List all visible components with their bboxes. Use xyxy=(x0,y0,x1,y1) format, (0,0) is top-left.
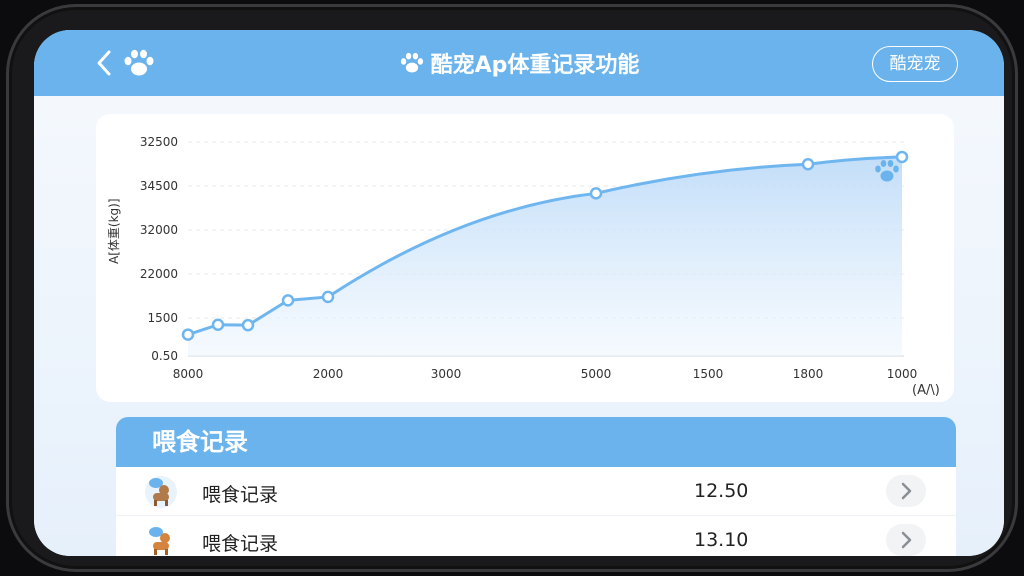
feeding-section-title: 喂食记录 xyxy=(116,417,956,467)
x-axis-label: (A/\) xyxy=(912,383,940,398)
weight-chart: 32500 34500 32000 22000 1500 0.50 8000 2000 300… xyxy=(107,135,940,398)
x-tick-label: 5000 xyxy=(581,367,612,381)
chart-data-point[interactable] xyxy=(801,158,815,171)
top-bar: 酷宠Ap体重记录功能 酷宠宠 xyxy=(34,30,1004,96)
chart-area-fill xyxy=(188,156,902,356)
chart-data-point[interactable] xyxy=(211,318,225,332)
y-tick-label: 1500 xyxy=(147,311,178,325)
feeding-record-card: 喂食记录 喂食记录 12.50 喂食记录 13.10 xyxy=(116,417,956,556)
feeding-row-value: 12.50 xyxy=(694,480,749,502)
chevron-right-icon[interactable] xyxy=(886,475,926,507)
feeding-row-label: 喂食记录 xyxy=(202,484,279,506)
dog-avatar-icon xyxy=(144,524,178,556)
page-title-text: 酷宠Ap体重记录功能 xyxy=(430,53,640,78)
paw-icon xyxy=(399,51,425,75)
weight-chart-card: 32500 34500 32000 22000 1500 0.50 8000 2000 300… xyxy=(96,114,954,402)
y-tick-label: 32500 xyxy=(140,135,178,149)
chart-data-point[interactable] xyxy=(181,328,195,341)
y-axis-label: A[体重(kg)] xyxy=(107,198,121,264)
y-tick-label: 0.50 xyxy=(151,349,178,363)
phone-frame: 酷宠Ap体重记录功能 酷宠宠 32500 34500 32000 22000 1500 0… xyxy=(6,4,1018,572)
feeding-row-value: 13.10 xyxy=(694,529,749,551)
chevron-right-icon[interactable] xyxy=(886,524,926,556)
chart-data-point[interactable] xyxy=(281,294,295,307)
feeding-row-label: 喂食记录 xyxy=(202,533,279,555)
x-tick-label: 2000 xyxy=(313,367,344,381)
chart-data-point[interactable] xyxy=(241,318,255,332)
feeding-row[interactable]: 喂食记录 12.50 xyxy=(116,467,956,516)
y-tick-label: 22000 xyxy=(140,267,178,281)
chart-data-point[interactable] xyxy=(895,150,909,164)
feeding-row[interactable]: 喂食记录 13.10 xyxy=(116,516,956,556)
x-tick-label: 1500 xyxy=(693,367,724,381)
chart-data-point[interactable] xyxy=(589,187,603,200)
chart-data-point[interactable] xyxy=(321,290,335,304)
x-tick-label: 1000 xyxy=(887,367,918,381)
dog-avatar-icon xyxy=(144,475,178,509)
y-tick-label: 32000 xyxy=(140,223,178,237)
page-title: 酷宠Ap体重记录功能 xyxy=(34,47,1004,79)
app-screen: 酷宠Ap体重记录功能 酷宠宠 32500 34500 32000 22000 1500 0… xyxy=(34,30,1004,556)
y-tick-label: 34500 xyxy=(140,179,178,193)
header-pill-button[interactable]: 酷宠宠 xyxy=(872,46,958,82)
x-tick-label: 3000 xyxy=(431,367,462,381)
x-tick-label: 1800 xyxy=(793,367,824,381)
x-tick-label: 8000 xyxy=(173,367,204,381)
